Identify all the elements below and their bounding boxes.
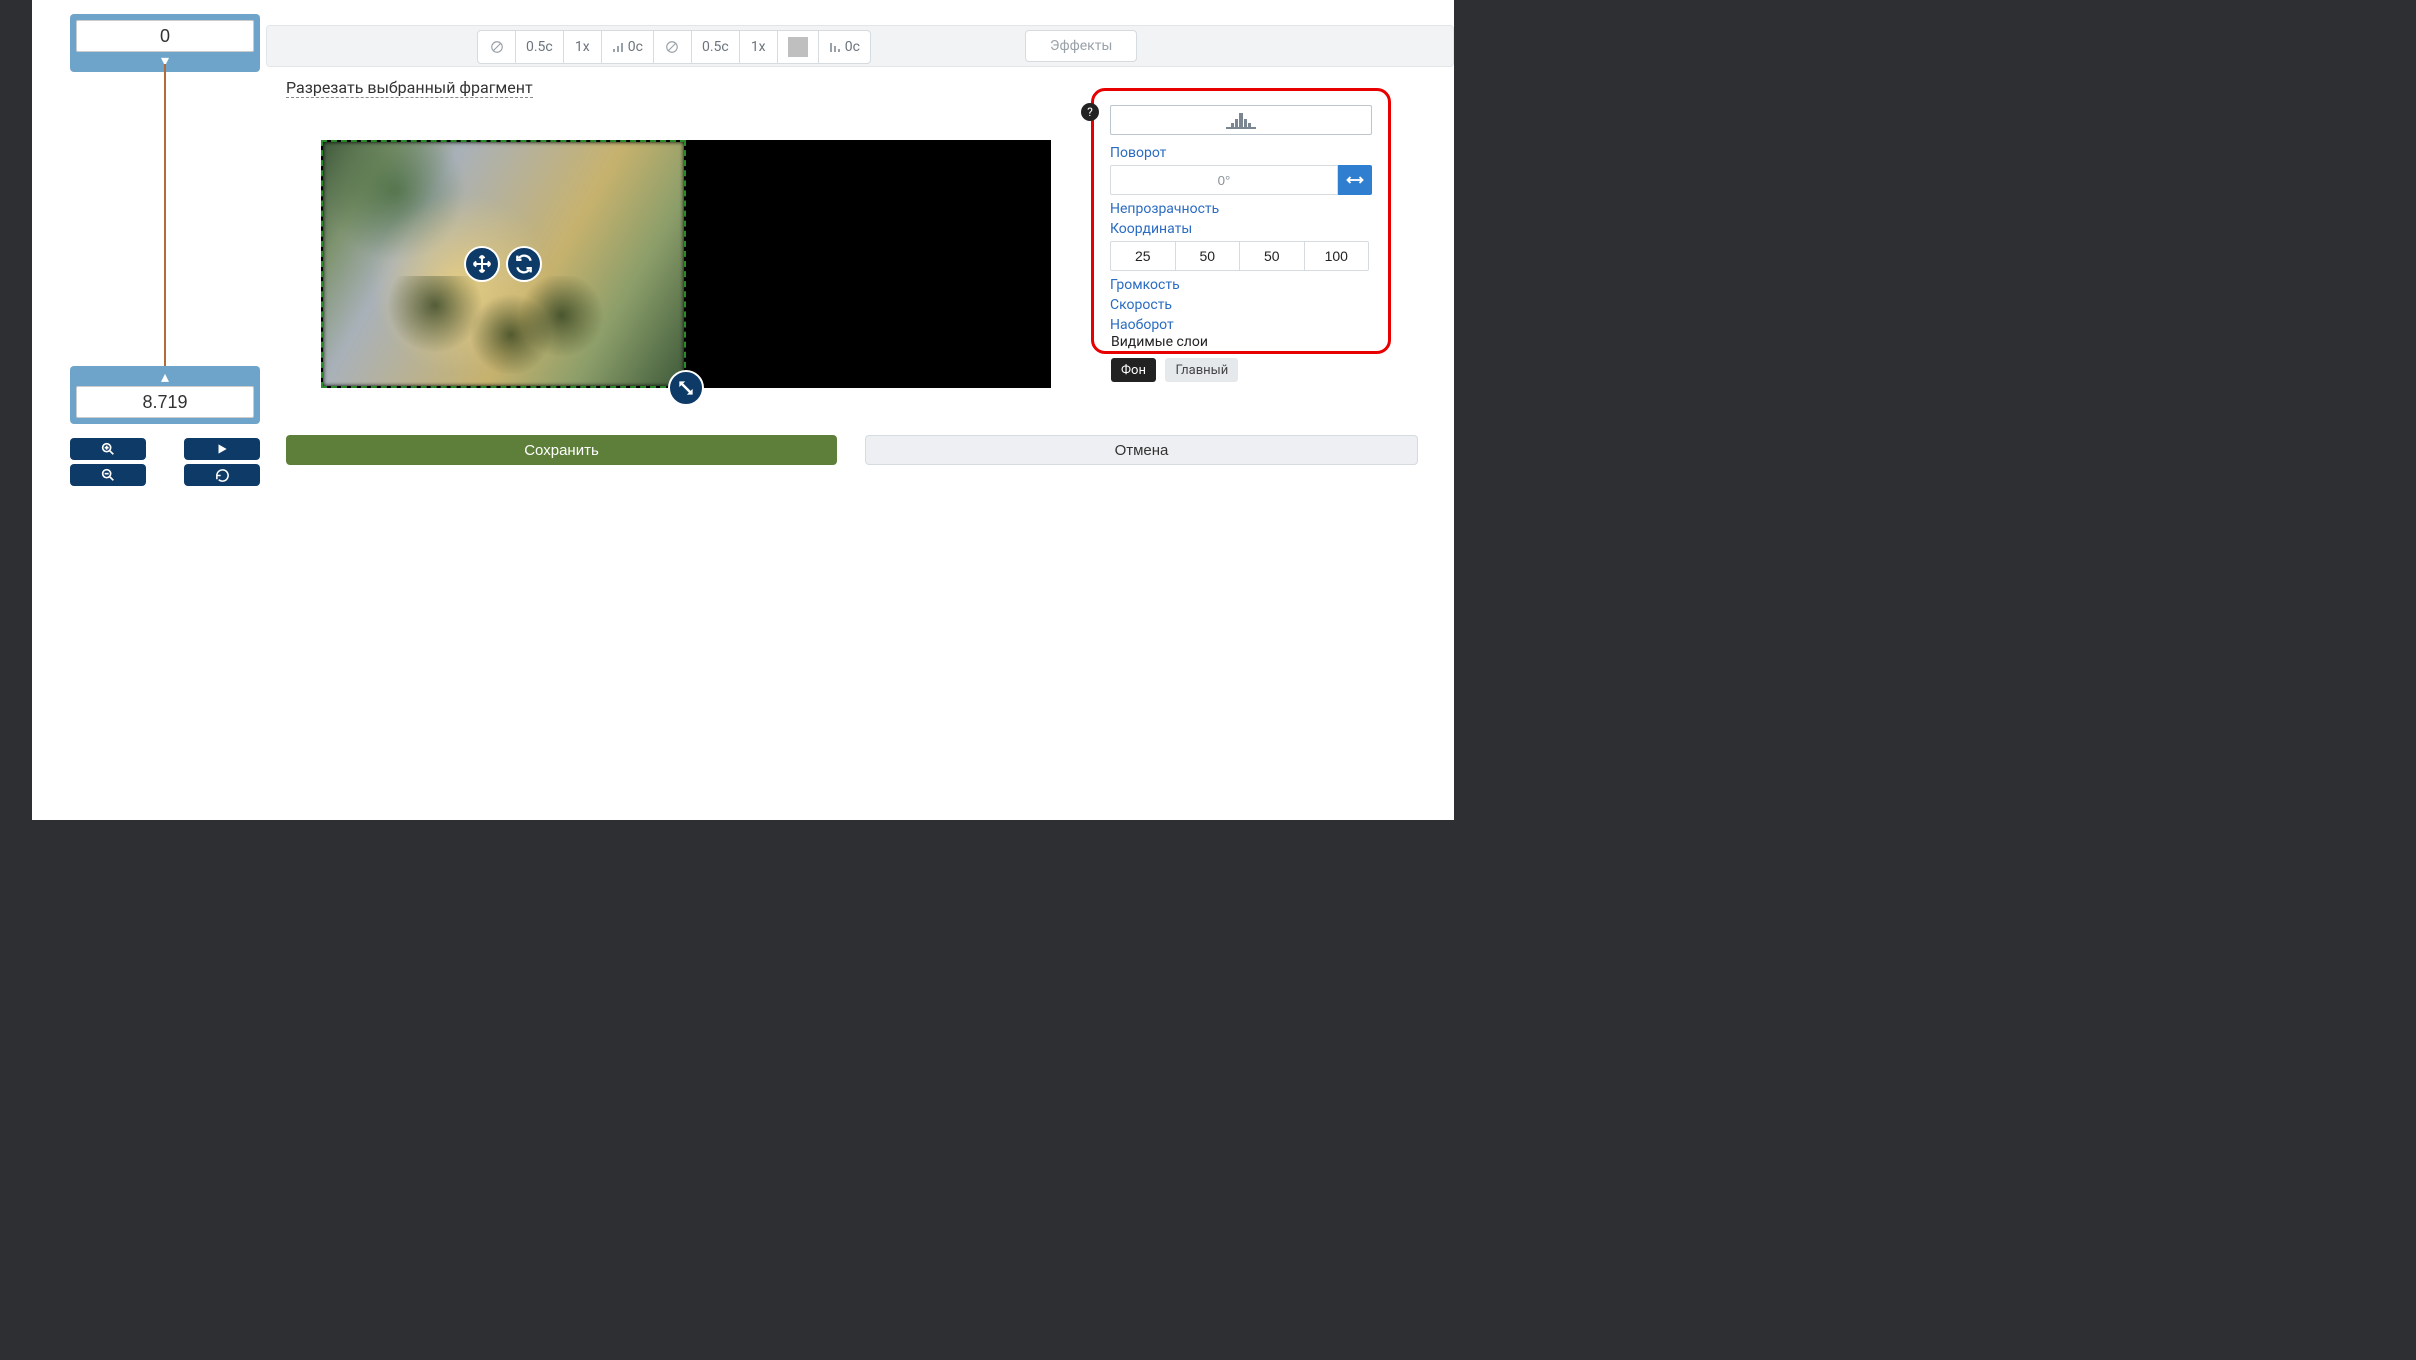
- fade-in-duration[interactable]: 0.5с: [516, 31, 564, 63]
- fade-in-speed[interactable]: 1x: [564, 31, 602, 63]
- timeline-start-input[interactable]: [76, 20, 254, 52]
- fade-out-speed[interactable]: 1x: [740, 31, 778, 63]
- layers-title: Видимые слои: [1111, 334, 1391, 350]
- coord-x1-input[interactable]: [1110, 241, 1176, 271]
- ban-icon: [490, 40, 504, 54]
- move-handle[interactable]: [464, 246, 500, 282]
- timeline-track[interactable]: [164, 64, 166, 370]
- help-button[interactable]: ?: [1081, 103, 1099, 121]
- preview-canvas[interactable]: [321, 140, 1051, 388]
- timeline-column: ▾ ▴: [32, 0, 266, 820]
- effects-button[interactable]: Эффекты: [1025, 30, 1137, 62]
- coord-y2-input[interactable]: [1304, 241, 1370, 271]
- bars-asc-icon: [612, 41, 624, 53]
- transition-toolbar: 0.5с 1x 0с 0.5с 1x 0с: [477, 30, 871, 64]
- reload-button[interactable]: [184, 464, 260, 486]
- zoom-in-button[interactable]: [70, 438, 146, 460]
- fade-out-duration[interactable]: 0.5с: [692, 31, 740, 63]
- coord-y1-input[interactable]: [1175, 241, 1241, 271]
- save-button[interactable]: Сохранить: [286, 435, 837, 465]
- clip-image-foreground: [359, 276, 612, 374]
- volume-label[interactable]: Громкость: [1110, 277, 1372, 293]
- background-color-swatch[interactable]: [778, 31, 819, 63]
- ban-icon: [665, 40, 679, 54]
- play-icon: [215, 442, 229, 456]
- timeline-end-handle[interactable]: ▴: [70, 366, 260, 424]
- flip-horizontal-button[interactable]: [1338, 165, 1372, 195]
- rotation-input[interactable]: [1110, 165, 1338, 195]
- top-toolbar: 0.5с 1x 0с 0.5с 1x 0с Эффекты: [266, 25, 1454, 67]
- layer-chip-main[interactable]: Главный: [1165, 358, 1238, 382]
- action-row: Сохранить Отмена: [286, 435, 1418, 465]
- resize-icon: [676, 378, 696, 398]
- zoom-out-button[interactable]: [70, 464, 146, 486]
- fade-in-audio-value: 0с: [628, 39, 643, 55]
- reload-icon: [215, 468, 230, 483]
- zoom-in-icon: [100, 441, 116, 457]
- cut-fragment-link[interactable]: Разрезать выбранный фрагмент: [286, 78, 533, 98]
- layer-chip-background[interactable]: Фон: [1111, 358, 1156, 382]
- no-transition-out-button[interactable]: [654, 31, 692, 63]
- zoom-out-icon: [100, 467, 116, 483]
- move-icon: [472, 254, 492, 274]
- no-transition-in-button[interactable]: [478, 31, 516, 63]
- rotation-label[interactable]: Поворот: [1110, 145, 1372, 161]
- resize-handle[interactable]: [668, 370, 704, 406]
- coord-x2-input[interactable]: [1239, 241, 1305, 271]
- coords-inputs: [1110, 241, 1372, 271]
- play-button[interactable]: [184, 438, 260, 460]
- color-swatch-icon: [788, 37, 808, 57]
- main-column: 0.5с 1x 0с 0.5с 1x 0с Эффекты Разреза: [266, 0, 1454, 820]
- editor-root: ▾ ▴: [32, 0, 1454, 820]
- fade-out-audio-value: 0с: [845, 39, 860, 55]
- fade-out-audio[interactable]: 0с: [819, 31, 870, 63]
- cancel-button[interactable]: Отмена: [865, 435, 1418, 465]
- thumbnail-icon: [1226, 111, 1256, 129]
- reverse-label[interactable]: Наоборот: [1110, 317, 1372, 333]
- visible-layers: Видимые слои Фон Главный: [1111, 334, 1391, 382]
- clip-thumbnail[interactable]: [1110, 105, 1372, 135]
- speed-label[interactable]: Скорость: [1110, 297, 1372, 313]
- timeline-end-input[interactable]: [76, 386, 254, 418]
- caret-up-icon: ▴: [76, 372, 254, 382]
- selected-clip[interactable]: [321, 140, 686, 388]
- opacity-label[interactable]: Непрозрачность: [1110, 201, 1372, 217]
- properties-panel: Поворот Непрозрачность Координаты Громко…: [1091, 88, 1391, 354]
- bars-desc-icon: [829, 41, 841, 53]
- fade-in-audio[interactable]: 0с: [602, 31, 654, 63]
- flip-horizontal-icon: [1346, 173, 1364, 187]
- sync-icon: [514, 254, 534, 274]
- coords-label[interactable]: Координаты: [1110, 221, 1372, 237]
- sync-handle[interactable]: [506, 246, 542, 282]
